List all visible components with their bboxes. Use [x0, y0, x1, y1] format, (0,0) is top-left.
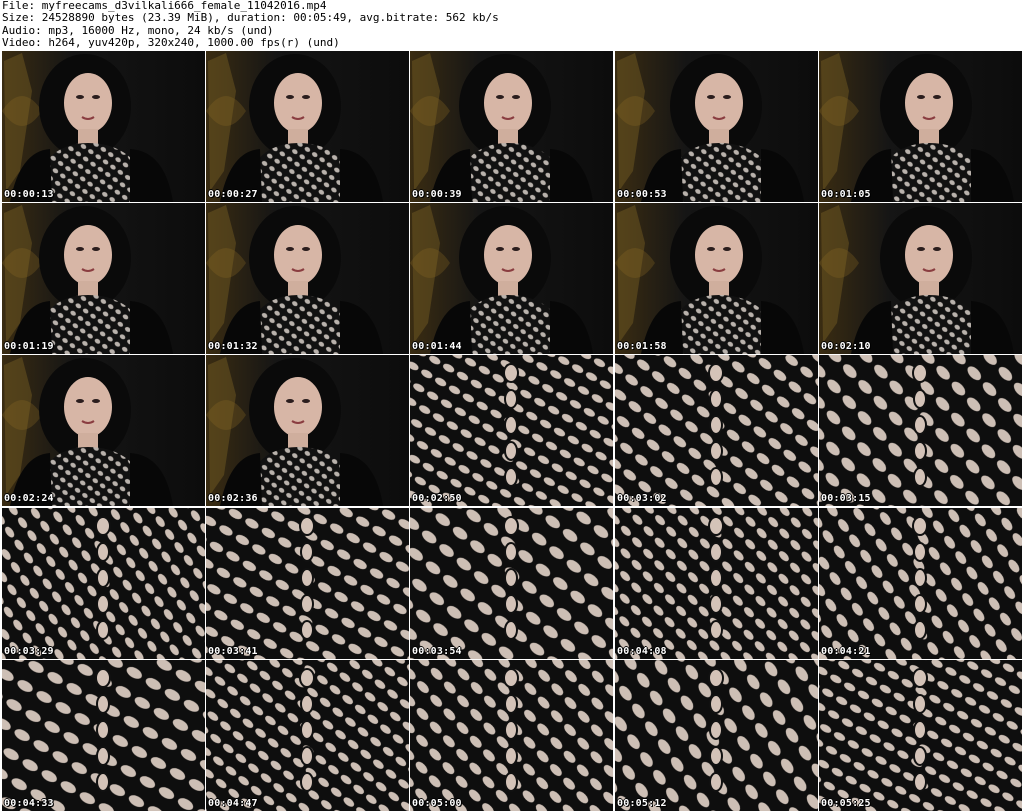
video-frame-image [410, 508, 613, 659]
frame-timestamp: 00:02:50 [412, 493, 462, 504]
thumbnail-frame: 00:05:25 [819, 660, 1022, 811]
video-frame-image [2, 508, 205, 659]
thumbnail-frame: 00:03:54 [410, 508, 613, 659]
thumbnail-frame: 00:01:19 [2, 203, 205, 354]
video-frame-image [615, 660, 818, 811]
thumbnail-frame: 00:02:24 [2, 355, 205, 506]
video-frame-image [2, 51, 205, 202]
video-frame-image [410, 51, 613, 202]
thumbnail-frame: 00:01:32 [206, 203, 409, 354]
video-frame-image [819, 660, 1022, 811]
frame-timestamp: 00:03:02 [617, 493, 667, 504]
thumbnail-frame: 00:03:41 [206, 508, 409, 659]
frame-timestamp: 00:04:33 [4, 798, 54, 809]
thumbnail-frame: 00:03:02 [615, 355, 818, 506]
thumbnail-frame: 00:02:10 [819, 203, 1022, 354]
thumbnail-frame: 00:03:15 [819, 355, 1022, 506]
video-frame-image [410, 660, 613, 811]
video-frame-image [2, 203, 205, 354]
thumbnail-frame: 00:05:00 [410, 660, 613, 811]
thumbnail-frame: 00:00:53 [615, 51, 818, 202]
thumbnail-frame: 00:05:12 [615, 660, 818, 811]
frame-timestamp: 00:01:58 [617, 341, 667, 352]
thumbnail-frame: 00:03:29 [2, 508, 205, 659]
thumbnail-frame: 00:01:05 [819, 51, 1022, 202]
frame-timestamp: 00:02:10 [821, 341, 871, 352]
video-frame-image [819, 51, 1022, 202]
frame-timestamp: 00:03:54 [412, 646, 462, 657]
thumbnail-frame: 00:04:21 [819, 508, 1022, 659]
video-frame-image [2, 660, 205, 811]
video-frame-image [410, 355, 613, 506]
video-frame-image [615, 508, 818, 659]
thumbnail-frame: 00:00:13 [2, 51, 205, 202]
frame-timestamp: 00:01:19 [4, 341, 54, 352]
frame-timestamp: 00:03:29 [4, 646, 54, 657]
video-info-line: Video: h264, yuv420p, 320x240, 1000.00 f… [2, 35, 340, 49]
video-frame-image [2, 355, 205, 506]
thumbnail-frame: 00:04:08 [615, 508, 818, 659]
file-size-line: Size: 24528890 bytes (23.39 MiB), durati… [2, 11, 499, 25]
frame-timestamp: 00:00:27 [208, 189, 258, 200]
video-frame-image [206, 660, 409, 811]
video-frame-image [410, 203, 613, 354]
video-frame-image [206, 508, 409, 659]
frame-timestamp: 00:02:36 [208, 493, 258, 504]
video-frame-image [819, 355, 1022, 506]
video-frame-image [615, 203, 818, 354]
frame-timestamp: 00:03:15 [821, 493, 871, 504]
frame-timestamp: 00:04:08 [617, 646, 667, 657]
frame-timestamp: 00:00:53 [617, 189, 667, 200]
frame-timestamp: 00:01:44 [412, 341, 462, 352]
video-frame-image [206, 203, 409, 354]
frame-timestamp: 00:02:24 [4, 493, 54, 504]
file-info-header: File: myfreecams_d3vilkali666_female_110… [2, 0, 499, 49]
frame-timestamp: 00:05:25 [821, 798, 871, 809]
video-frame-image [206, 355, 409, 506]
frame-timestamp: 00:05:12 [617, 798, 667, 809]
frame-timestamp: 00:00:13 [4, 189, 54, 200]
frame-timestamp: 00:01:05 [821, 189, 871, 200]
thumbnail-frame: 00:02:50 [410, 355, 613, 506]
frame-timestamp: 00:00:39 [412, 189, 462, 200]
video-frame-image [819, 203, 1022, 354]
frame-timestamp: 00:04:47 [208, 798, 258, 809]
thumbnail-frame: 00:00:27 [206, 51, 409, 202]
thumbnail-frame: 00:00:39 [410, 51, 613, 202]
video-frame-image [819, 508, 1022, 659]
frame-timestamp: 00:05:00 [412, 798, 462, 809]
video-frame-image [206, 51, 409, 202]
thumbnail-frame: 00:04:47 [206, 660, 409, 811]
thumbnail-frame: 00:01:58 [615, 203, 818, 354]
thumbnail-frame: 00:01:44 [410, 203, 613, 354]
frame-timestamp: 00:04:21 [821, 646, 871, 657]
thumbnail-frame: 00:04:33 [2, 660, 205, 811]
thumbnail-grid: 00:00:13 00:00:27 00:00:39 00:00:53 00:01:05… [0, 50, 1024, 811]
video-frame-image [615, 355, 818, 506]
frame-timestamp: 00:03:41 [208, 646, 258, 657]
video-frame-image [615, 51, 818, 202]
thumbnail-frame: 00:02:36 [206, 355, 409, 506]
frame-timestamp: 00:01:32 [208, 341, 258, 352]
